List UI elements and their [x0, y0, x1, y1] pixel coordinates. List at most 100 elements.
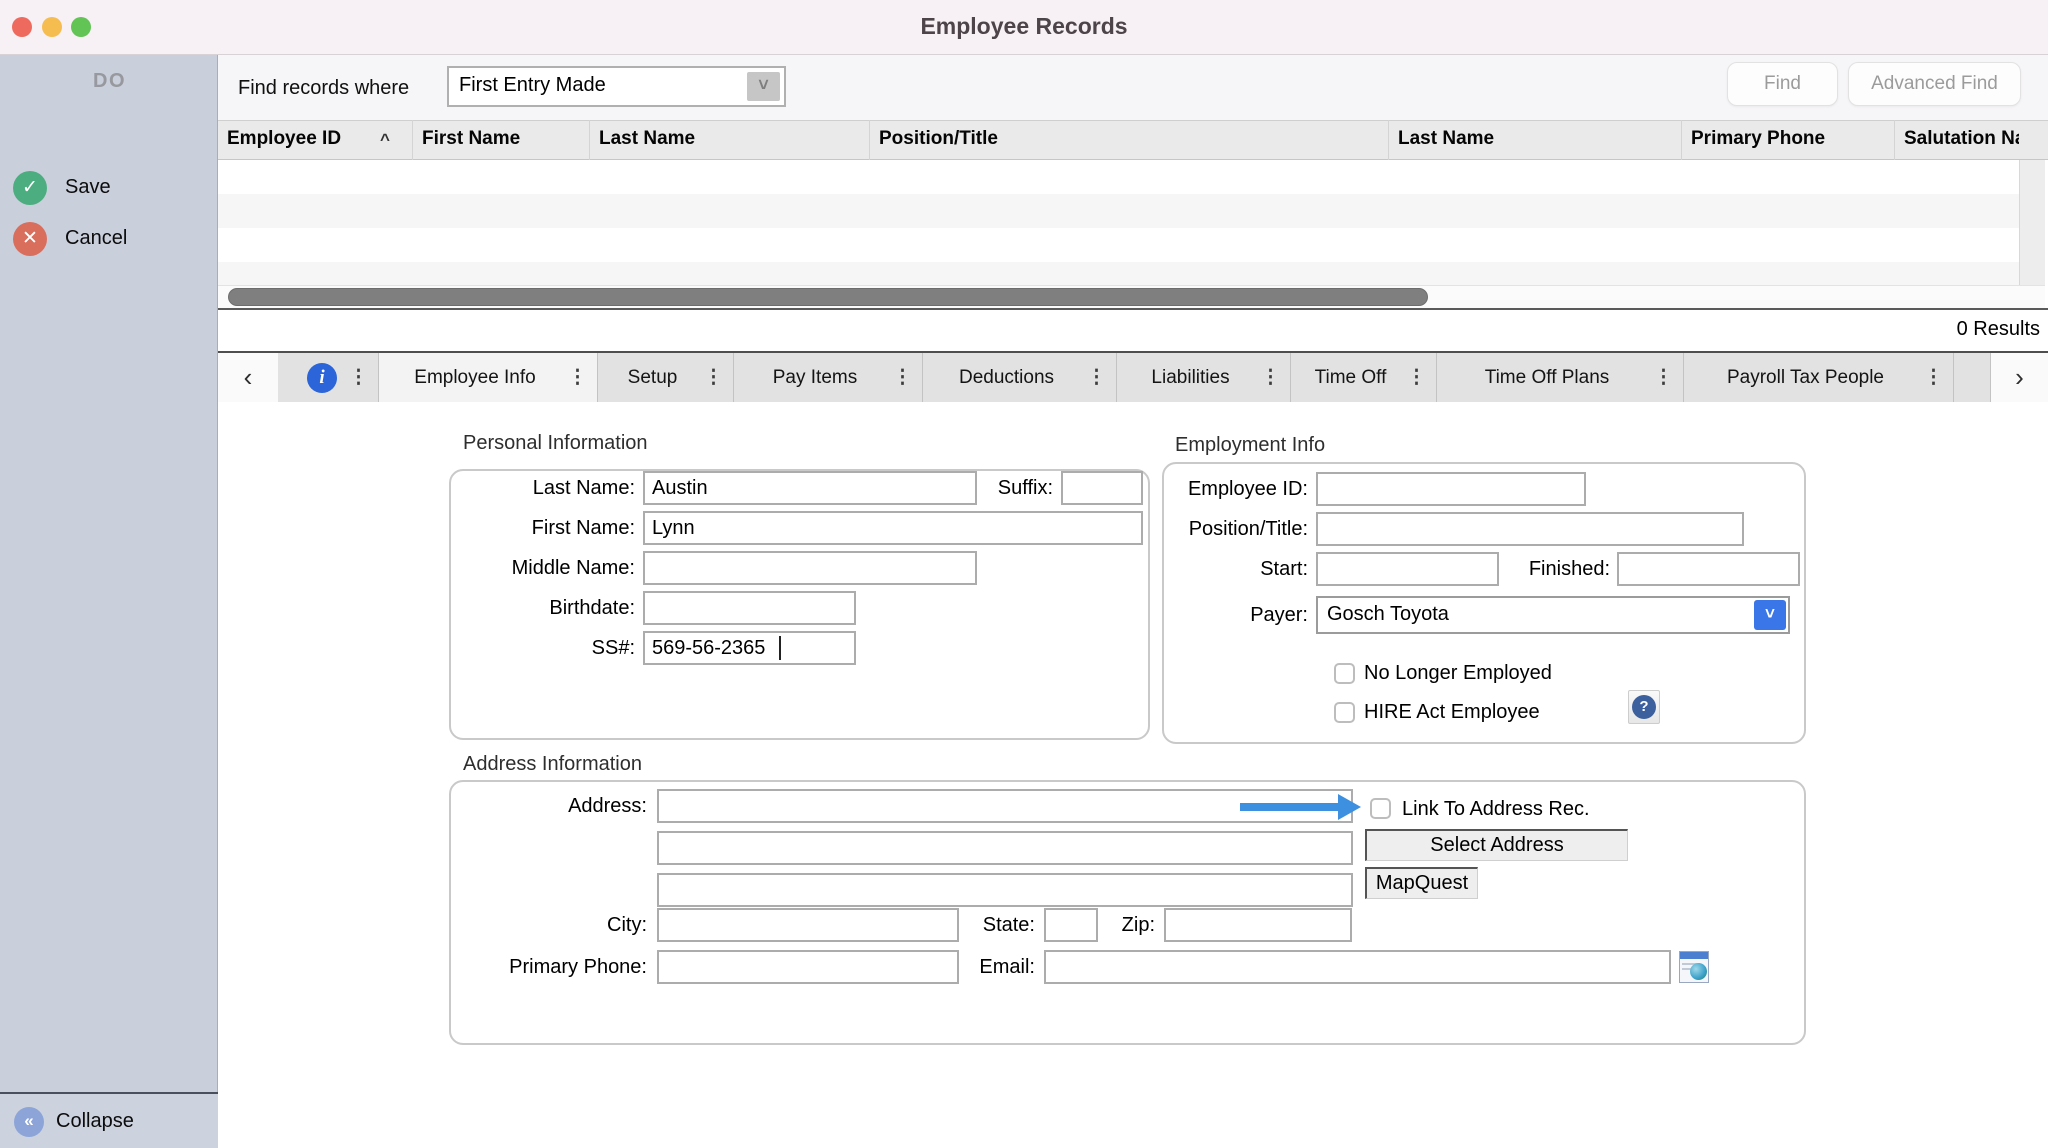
column-header-employee-id[interactable]: Employee ID ^	[218, 120, 413, 160]
tab-liabilities[interactable]: Liabilities ⋮	[1117, 353, 1291, 402]
payer-value: Gosch Toyota	[1327, 603, 1449, 626]
no-longer-employed-checkbox[interactable]	[1334, 663, 1355, 684]
position-title-label: Position/Title:	[1108, 518, 1308, 541]
tab-menu-icon[interactable]: ⋮	[1654, 366, 1673, 389]
tab-time-off-plans[interactable]: Time Off Plans ⋮	[1437, 353, 1684, 402]
save-label: Save	[65, 176, 111, 199]
hire-act-label: HIRE Act Employee	[1364, 701, 1540, 724]
web-page-icon[interactable]	[1679, 951, 1709, 983]
personal-info-title: Personal Information	[463, 432, 648, 455]
vertical-scrollbar-track[interactable]	[2019, 160, 2045, 285]
finished-label: Finished:	[1500, 558, 1610, 581]
tab-label: Payroll Tax People	[1727, 367, 1884, 389]
save-check-icon: ✓	[13, 171, 47, 205]
web-page-icon-titlebar	[1680, 952, 1708, 959]
payer-label: Payer:	[1108, 604, 1308, 627]
primary-phone-field[interactable]	[657, 950, 959, 984]
tab-label: Liabilities	[1151, 367, 1229, 389]
find-records-label: Find records where	[238, 77, 409, 100]
first-name-field[interactable]	[643, 511, 1143, 545]
advanced-find-button[interactable]: Advanced Find	[1848, 62, 2021, 106]
email-field[interactable]	[1044, 950, 1671, 984]
birthdate-field[interactable]	[643, 591, 856, 625]
text-cursor	[779, 636, 781, 660]
tab-deductions[interactable]: Deductions ⋮	[923, 353, 1117, 402]
address-line2-field[interactable]	[657, 831, 1353, 865]
select-address-button[interactable]: Select Address	[1365, 829, 1628, 861]
state-label: State:	[935, 914, 1035, 937]
collapse-bar[interactable]: « Collapse	[0, 1092, 218, 1148]
sidebar-item-save[interactable]: ✓ Save	[0, 171, 218, 207]
address-label: Address:	[440, 795, 647, 818]
start-field[interactable]	[1316, 552, 1499, 586]
tab-label: Time Off Plans	[1485, 367, 1610, 389]
tab-time-off[interactable]: Time Off ⋮	[1291, 353, 1437, 402]
link-to-address-label: Link To Address Rec.	[1402, 798, 1590, 821]
zip-field[interactable]	[1164, 908, 1352, 942]
mapquest-button[interactable]: MapQuest	[1365, 867, 1478, 899]
tab-stub	[1954, 353, 1991, 402]
find-button[interactable]: Find	[1727, 62, 1838, 106]
horizontal-scrollbar-thumb[interactable]	[228, 288, 1428, 306]
pointer-arrow-icon	[1240, 803, 1340, 811]
tab-menu-icon[interactable]: ⋮	[1924, 366, 1943, 389]
ssn-field[interactable]	[643, 631, 856, 665]
app-window: Employee Records DO ✓ Save ✕ Cancel « Co…	[0, 0, 2048, 1148]
hire-act-checkbox[interactable]	[1334, 702, 1355, 723]
employee-id-field[interactable]	[1316, 472, 1586, 506]
column-header-last-name-2[interactable]: Last Name	[1389, 120, 1682, 160]
address-line3-field[interactable]	[657, 873, 1353, 907]
start-label: Start:	[1108, 558, 1308, 581]
find-criteria-dropdown[interactable]: First Entry Made ˅	[447, 66, 786, 107]
tab-payroll-tax-people[interactable]: Payroll Tax People ⋮	[1684, 353, 1954, 402]
zip-label: Zip:	[1085, 914, 1155, 937]
column-label: Employee ID	[227, 128, 341, 149]
collapse-icon: «	[14, 1107, 44, 1137]
tab-menu-icon[interactable]: ⋮	[1087, 366, 1106, 389]
tab-menu-icon[interactable]: ⋮	[1261, 366, 1280, 389]
column-header-last-name[interactable]: Last Name	[590, 120, 870, 160]
email-label: Email:	[935, 956, 1035, 979]
tab-employee-info[interactable]: Employee Info ⋮	[379, 353, 598, 402]
find-criteria-value: First Entry Made	[459, 74, 606, 97]
dropdown-chevron-icon[interactable]: ˅	[747, 72, 780, 101]
column-header-salutation[interactable]: Salutation Na	[1895, 120, 2019, 160]
city-label: City:	[440, 914, 647, 937]
tab-menu-icon[interactable]: ⋮	[704, 366, 723, 389]
hire-act-help-button[interactable]: ?	[1628, 690, 1660, 724]
last-name-field[interactable]	[643, 471, 977, 505]
tab-label: Setup	[628, 367, 678, 389]
sidebar: DO ✓ Save ✕ Cancel « Collapse	[0, 55, 218, 1148]
tab-menu-icon[interactable]: ⋮	[893, 366, 912, 389]
tab-record-info[interactable]: i ⋮	[278, 353, 379, 402]
tab-setup[interactable]: Setup ⋮	[598, 353, 734, 402]
tab-pay-items[interactable]: Pay Items ⋮	[734, 353, 923, 402]
tab-menu-icon[interactable]: ⋮	[1407, 366, 1426, 389]
employee-id-label: Employee ID:	[1108, 478, 1308, 501]
position-title-field[interactable]	[1316, 512, 1744, 546]
middle-name-label: Middle Name:	[440, 557, 635, 580]
info-icon: i	[307, 363, 337, 393]
cancel-label: Cancel	[65, 227, 127, 250]
sidebar-header: DO	[93, 70, 126, 93]
city-field[interactable]	[657, 908, 959, 942]
address-info-title: Address Information	[463, 753, 642, 776]
tab-menu-icon[interactable]: ⋮	[568, 366, 587, 389]
tab-scroll-right-button[interactable]: ›	[1991, 353, 2048, 402]
column-header-position-title[interactable]: Position/Title	[870, 120, 1389, 160]
link-to-address-checkbox[interactable]	[1370, 798, 1391, 819]
chevron-right-icon: ›	[2015, 362, 2024, 393]
tab-label: Deductions	[959, 367, 1054, 389]
tab-menu-icon[interactable]: ⋮	[349, 366, 368, 389]
payer-dropdown[interactable]: Gosch Toyota ˅	[1316, 596, 1790, 634]
payer-chevron-icon[interactable]: ˅	[1754, 600, 1786, 630]
middle-name-field[interactable]	[643, 551, 977, 585]
finished-field[interactable]	[1617, 552, 1800, 586]
tab-scroll-left-button[interactable]: ‹	[218, 353, 278, 402]
column-header-primary-phone[interactable]: Primary Phone	[1682, 120, 1895, 160]
table-row	[218, 228, 2019, 262]
sidebar-item-cancel[interactable]: ✕ Cancel	[0, 222, 218, 258]
column-header-first-name[interactable]: First Name	[413, 120, 590, 160]
help-icon: ?	[1632, 695, 1656, 719]
last-name-label: Last Name:	[440, 477, 635, 500]
